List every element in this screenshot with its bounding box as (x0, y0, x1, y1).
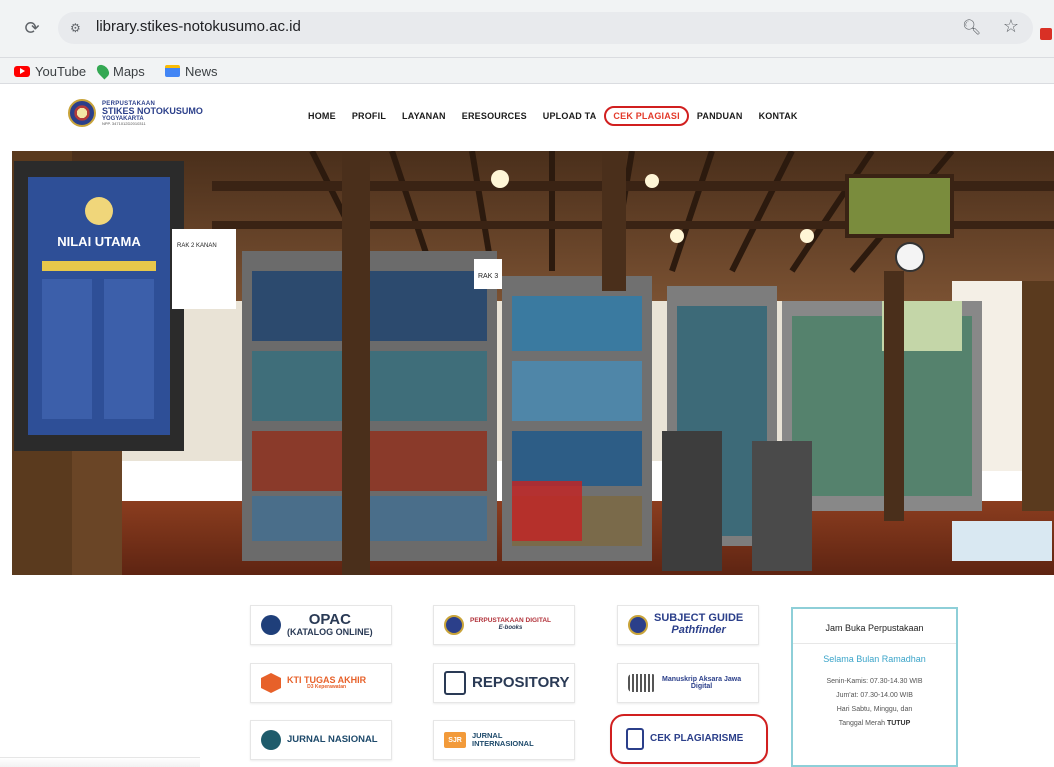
kti-hexagon-icon (261, 673, 281, 693)
repository-document-icon (444, 671, 466, 695)
card-text: OPAC (KATALOG ONLINE) (287, 612, 373, 637)
perpustakaan-digital-link[interactable]: PERPUSTAKAAN DIGITAL E-books (433, 605, 575, 645)
bookmark-label: News (185, 63, 218, 79)
card-text: Manuskrip Aksara Jawa Digital (662, 676, 741, 691)
repository-link[interactable]: REPOSITORY (433, 663, 575, 703)
opac-logo-icon (261, 615, 281, 635)
news-icon (165, 65, 180, 77)
opac-link[interactable]: OPAC (KATALOG ONLINE) (250, 605, 392, 645)
nav-cek-plagiasi[interactable]: CEK PLAGIASI (604, 106, 689, 126)
kti-tugas-akhir-link[interactable]: KTI TUGAS AKHIR D3 Keperawatan (250, 663, 392, 703)
sjr-badge: SJR (444, 732, 466, 748)
extension-icon[interactable] (1040, 28, 1052, 40)
manuskrip-script-icon (628, 674, 656, 692)
hours-weekend: Hari Sabtu, Minggu, dan (836, 706, 913, 713)
browser-toolbar: ⟳ ⚙ library.stikes-notokusumo.ac.id 🔍︎ ☆ (0, 0, 1054, 58)
maps-icon (94, 62, 112, 80)
jurnal-internasional-title: JURNAL INTERNASIONAL (472, 731, 534, 748)
card-text: PERPUSTAKAAN DIGITAL E-books (470, 617, 552, 632)
jurnal-nasional-icon (261, 730, 281, 750)
rack-sign-1: RAK 2 KANAN (177, 243, 217, 249)
opac-title: OPAC (308, 611, 351, 629)
bookmark-label: Maps (113, 63, 145, 79)
address-bar[interactable]: ⚙ library.stikes-notokusumo.ac.id 🔍︎ ☆ (58, 12, 1033, 44)
bookmark-maps[interactable]: Maps (94, 62, 145, 80)
logo-line-4: NPP. 3471012D2010311 (102, 120, 146, 126)
bookmark-youtube[interactable]: YouTube (14, 62, 86, 80)
kti-subtitle: D3 Keperawatan (307, 684, 347, 691)
hours-holiday-prefix: Tanggal Merah (838, 720, 887, 727)
card-text: REPOSITORY (472, 675, 570, 691)
stikes-logo-icon (444, 615, 464, 635)
page-bottom-fade (0, 757, 200, 767)
nav-panduan[interactable]: PANDUAN (689, 111, 751, 126)
card-text: KTI TUGAS AKHIR D3 Keperawatan (287, 675, 366, 691)
rack-sign-2: RAK 3 (478, 273, 498, 280)
opac-subtitle: (KATALOG ONLINE) (287, 627, 373, 638)
jurnal-internasional-link[interactable]: SJR JURNAL INTERNASIONAL (433, 720, 575, 760)
card-text: JURNAL NASIONAL (287, 735, 378, 745)
hours-friday: Jum'at: 07.30-14.00 WIB (836, 692, 913, 699)
repository-title: REPOSITORY (472, 674, 570, 692)
address-row: ⟳ ⚙ library.stikes-notokusumo.ac.id 🔍︎ ☆ (0, 10, 1054, 46)
opening-hours-box: Jam Buka Perpustakaan Selama Bulan Ramad… (791, 607, 958, 767)
site-info-icon[interactable]: ⚙ (70, 20, 86, 36)
logo-emblem-icon (68, 99, 96, 127)
perpus-digital-title: PERPUSTAKAAN DIGITAL (470, 617, 552, 625)
card-text: JURNAL INTERNASIONAL (472, 732, 564, 748)
nav-eresources[interactable]: ERESOURCES (454, 111, 535, 126)
nav-home[interactable]: HOME (300, 111, 344, 126)
site-logo[interactable]: PERPUSTAKAAN STIKES NOTOKUSUMO YOGYAKART… (68, 99, 203, 127)
bookmark-star-icon[interactable]: ☆ (1003, 16, 1019, 37)
stikes-logo-icon (628, 615, 648, 635)
perpus-digital-subtitle: E-books (498, 625, 523, 632)
hours-closed-label: TUTUP (886, 720, 911, 727)
nav-kontak[interactable]: KONTAK (751, 111, 806, 126)
card-text: CEK PLAGIARISME (650, 732, 744, 745)
manuskrip-title: Manuskrip Aksara Jawa (662, 675, 742, 683)
manuskrip-aksara-jawa-link[interactable]: Manuskrip Aksara Jawa Digital (617, 663, 759, 703)
hours-weekday: Senin-Kamis: 07.30-14.30 WIB (826, 678, 923, 685)
main-nav: HOME PROFIL LAYANAN ERESOURCES UPLOAD TA… (300, 106, 806, 126)
hours-title: Jam Buka Perpustakaan (825, 623, 924, 633)
bookmarks-bar: YouTube Maps News (0, 58, 1054, 84)
site-header: PERPUSTAKAAN STIKES NOTOKUSUMO YOGYAKART… (0, 85, 1054, 151)
zoom-icon[interactable]: 🔍︎ (962, 18, 981, 36)
url-text[interactable]: library.stikes-notokusumo.ac.id (96, 18, 301, 35)
youtube-icon (14, 65, 30, 77)
manuskrip-subtitle: Digital (690, 683, 713, 690)
cek-plagiarisme-link[interactable]: CEK PLAGIARISME (610, 714, 768, 764)
logo-text: PERPUSTAKAAN STIKES NOTOKUSUMO YOGYAKART… (102, 101, 203, 126)
board-title: NILAI UTAMA (57, 234, 141, 249)
hero-library-photo: NILAI UTAMA RAK 2 KANAN RAK 3 (12, 151, 1054, 575)
nav-upload-ta[interactable]: UPLOAD TA (535, 111, 605, 126)
bookmark-label: YouTube (35, 63, 87, 79)
plagiarism-check-icon (626, 728, 644, 750)
hours-holiday: Tanggal Merah TUTUP (793, 720, 956, 727)
subject-guide-link[interactable]: SUBJECT GUIDE Pathfinder (617, 605, 759, 645)
hours-ramadhan: Selama Bulan Ramadhan (793, 643, 956, 664)
jurnal-nasional-link[interactable]: JURNAL NASIONAL (250, 720, 392, 760)
nav-layanan[interactable]: LAYANAN (394, 111, 454, 126)
subject-guide-subtitle: Pathfinder (671, 624, 726, 636)
logo-line-2: STIKES NOTOKUSUMO (102, 105, 203, 116)
nav-profil[interactable]: PROFIL (344, 111, 394, 126)
card-text: SUBJECT GUIDE Pathfinder (654, 613, 743, 636)
cek-plagiarisme-title: CEK PLAGIARISME (650, 732, 744, 744)
jurnal-nasional-title: JURNAL NASIONAL (287, 734, 378, 746)
bookmark-news[interactable]: News (165, 62, 218, 80)
reload-icon[interactable]: ⟳ (22, 18, 42, 38)
